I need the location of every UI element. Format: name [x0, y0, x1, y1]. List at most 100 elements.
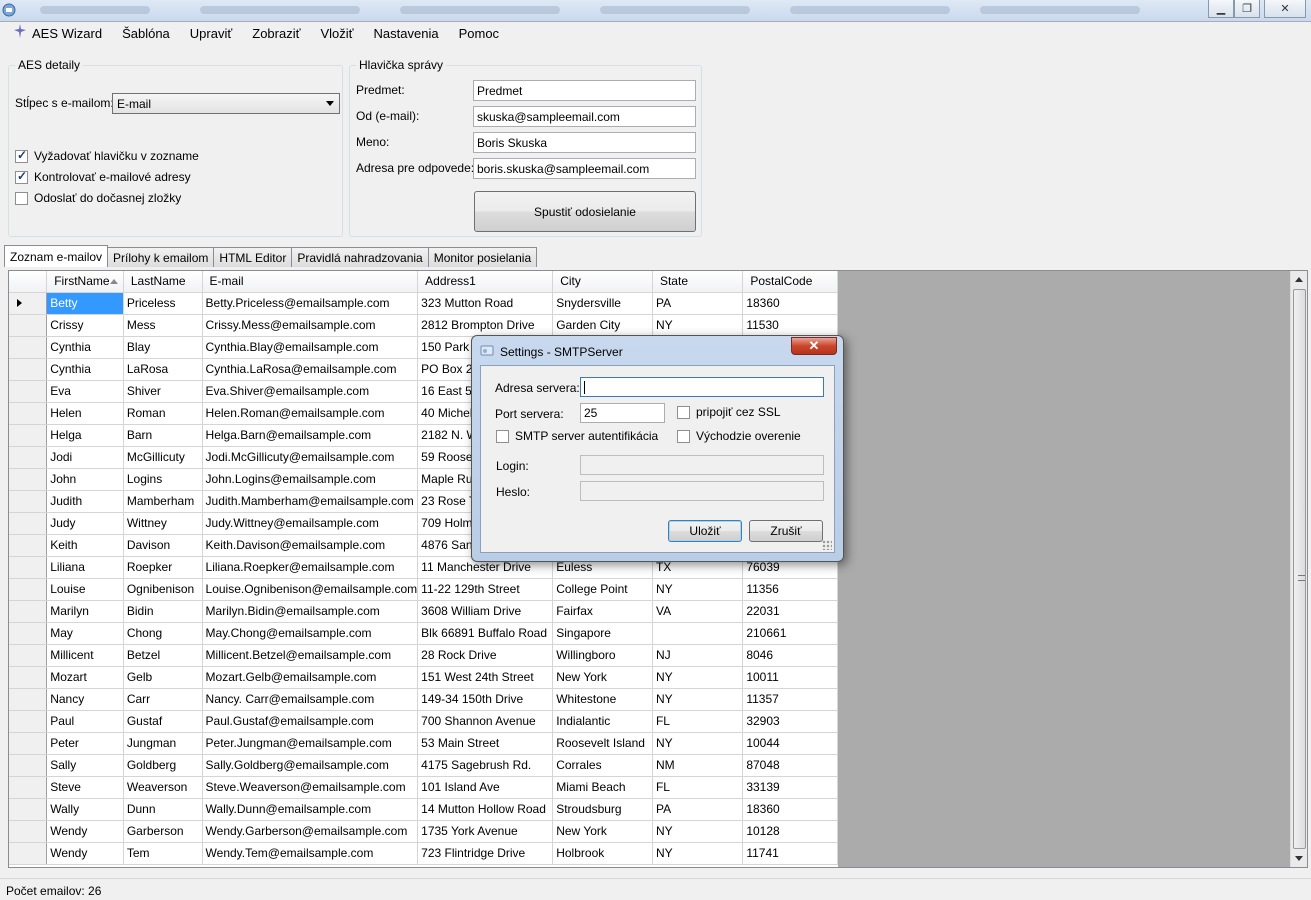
- row-header[interactable]: [9, 358, 48, 381]
- checkbox-box[interactable]: [677, 429, 690, 443]
- checkbox-box[interactable]: [496, 429, 509, 443]
- table-cell-city[interactable]: College Point: [552, 578, 653, 601]
- reply-to-input[interactable]: boris.skuska@sampleemail.com: [473, 158, 696, 179]
- table-cell-state[interactable]: FL: [652, 710, 744, 733]
- table-cell-email[interactable]: Louise.Ognibenison@emailsample.com: [202, 578, 419, 601]
- table-cell-firstname[interactable]: Judith: [46, 490, 124, 513]
- row-header[interactable]: [9, 380, 48, 403]
- table-cell-firstname[interactable]: Liliana: [46, 556, 124, 579]
- email-column-select[interactable]: E-mail: [112, 93, 340, 114]
- table-cell-address1[interactable]: 28 Rock Drive: [417, 644, 554, 667]
- table-cell-email[interactable]: Liliana.Roepker@emailsample.com: [202, 556, 419, 579]
- table-cell-firstname[interactable]: Keith: [46, 534, 124, 557]
- table-cell-postalcode[interactable]: 11357: [742, 688, 838, 711]
- menu-upravit[interactable]: Upraviť: [180, 23, 242, 45]
- send-to-temp-checkbox[interactable]: Odoslať do dočasnej zložky: [15, 191, 181, 205]
- server-address-input[interactable]: [580, 377, 824, 397]
- table-row[interactable]: Steve Weaverson Steve.Weaverson@emailsampl…: [9, 776, 838, 799]
- table-cell-postalcode[interactable]: 210661: [742, 622, 838, 645]
- table-row[interactable]: Marilyn Bidin Marilyn.Bidin@emailsample.co…: [9, 600, 838, 623]
- table-cell-city[interactable]: Fairfax: [552, 600, 653, 623]
- table-cell-email[interactable]: Keith.Davison@emailsample.com: [202, 534, 419, 557]
- table-cell-address1[interactable]: 2812 Brompton Drive: [417, 314, 554, 337]
- table-cell-lastname[interactable]: Logins: [123, 468, 203, 491]
- menu-vlozit[interactable]: Vložiť: [310, 23, 363, 45]
- table-cell-address1[interactable]: 149-34 150th Drive: [417, 688, 554, 711]
- checkbox-box[interactable]: [15, 148, 28, 163]
- table-cell-firstname[interactable]: Cynthia: [46, 336, 124, 359]
- row-header[interactable]: [9, 776, 48, 799]
- save-button[interactable]: Uložiť: [668, 520, 742, 542]
- table-cell-city[interactable]: Miami Beach: [552, 776, 653, 799]
- row-header[interactable]: [9, 732, 48, 755]
- table-row[interactable]: Nancy Carr Nancy. Carr@emailsample.com 149…: [9, 688, 838, 711]
- table-cell-postalcode[interactable]: 11741: [742, 842, 838, 865]
- row-header[interactable]: [9, 754, 48, 777]
- table-cell-address1[interactable]: 700 Shannon Avenue: [417, 710, 554, 733]
- row-header[interactable]: [9, 424, 48, 447]
- table-cell-lastname[interactable]: Roman: [123, 402, 203, 425]
- table-cell-lastname[interactable]: Gustaf: [123, 710, 203, 733]
- table-cell-firstname[interactable]: Millicent: [46, 644, 124, 667]
- row-header[interactable]: [9, 336, 48, 359]
- table-cell-firstname[interactable]: Louise: [46, 578, 124, 601]
- table-cell-lastname[interactable]: Roepker: [123, 556, 203, 579]
- start-sending-button[interactable]: Spustiť odosielanie: [474, 191, 696, 232]
- checkbox-box[interactable]: [15, 191, 28, 205]
- table-cell-state[interactable]: FL: [652, 776, 744, 799]
- table-cell-firstname[interactable]: Judy: [46, 512, 124, 535]
- column-header-state[interactable]: State: [652, 271, 744, 293]
- table-cell-postalcode[interactable]: 10128: [742, 820, 838, 843]
- table-cell-firstname[interactable]: Wally: [46, 798, 124, 821]
- table-cell-email[interactable]: Marilyn.Bidin@emailsample.com: [202, 600, 419, 623]
- resize-grip-icon[interactable]: [822, 540, 832, 550]
- table-cell-lastname[interactable]: Gelb: [123, 666, 203, 689]
- table-cell-email[interactable]: Helen.Roman@emailsample.com: [202, 402, 419, 425]
- row-header[interactable]: [9, 622, 48, 645]
- from-email-input[interactable]: skuska@sampleemail.com: [473, 106, 696, 127]
- table-cell-email[interactable]: Paul.Gustaf@emailsample.com: [202, 710, 419, 733]
- tab-attachments[interactable]: Prílohy k emailom: [107, 247, 215, 267]
- table-cell-city[interactable]: New York: [552, 666, 653, 689]
- table-cell-city[interactable]: Whitestone: [552, 688, 653, 711]
- table-cell-email[interactable]: Wendy.Garberson@emailsample.com: [202, 820, 419, 843]
- table-cell-lastname[interactable]: Priceless: [123, 292, 203, 315]
- table-cell-city[interactable]: Corrales: [552, 754, 653, 777]
- table-cell-lastname[interactable]: Jungman: [123, 732, 203, 755]
- row-header[interactable]: [9, 292, 48, 315]
- table-cell-email[interactable]: Steve.Weaverson@emailsample.com: [202, 776, 419, 799]
- table-cell-email[interactable]: May.Chong@emailsample.com: [202, 622, 419, 645]
- row-header[interactable]: [9, 600, 48, 623]
- default-auth-checkbox[interactable]: Východzie overenie: [677, 429, 801, 443]
- table-cell-postalcode[interactable]: 11530: [742, 314, 838, 337]
- table-cell-city[interactable]: Willingboro: [552, 644, 653, 667]
- table-cell-firstname[interactable]: May: [46, 622, 124, 645]
- table-cell-postalcode[interactable]: 8046: [742, 644, 838, 667]
- table-cell-firstname[interactable]: Cynthia: [46, 358, 124, 381]
- smtp-auth-checkbox[interactable]: SMTP server autentifikácia: [496, 429, 658, 443]
- row-header-corner[interactable]: [9, 271, 48, 293]
- row-header[interactable]: [9, 688, 48, 711]
- table-row[interactable]: Peter Jungman Peter.Jungman@emailsample.co…: [9, 732, 838, 755]
- row-header[interactable]: [9, 644, 48, 667]
- table-cell-city[interactable]: Garden City: [552, 314, 653, 337]
- table-cell-firstname[interactable]: Eva: [46, 380, 124, 403]
- table-cell-email[interactable]: Eva.Shiver@emailsample.com: [202, 380, 419, 403]
- table-cell-lastname[interactable]: Betzel: [123, 644, 203, 667]
- row-header[interactable]: [9, 490, 48, 513]
- table-row[interactable]: Wally Dunn Wally.Dunn@emailsample.com 14 Mu…: [9, 798, 838, 821]
- table-cell-address1[interactable]: 101 Island Ave: [417, 776, 554, 799]
- row-header[interactable]: [9, 578, 48, 601]
- table-cell-state[interactable]: NY: [652, 820, 744, 843]
- dialog-close-button[interactable]: ✕: [791, 337, 837, 355]
- table-cell-lastname[interactable]: Mamberham: [123, 490, 203, 513]
- row-header[interactable]: [9, 710, 48, 733]
- table-cell-address1[interactable]: 323 Mutton Road: [417, 292, 554, 315]
- table-cell-postalcode[interactable]: 87048: [742, 754, 838, 777]
- table-cell-state[interactable]: NY: [652, 578, 744, 601]
- table-cell-lastname[interactable]: Garberson: [123, 820, 203, 843]
- table-cell-address1[interactable]: 151 West 24th Street: [417, 666, 554, 689]
- table-cell-lastname[interactable]: Chong: [123, 622, 203, 645]
- grid-vertical-scrollbar[interactable]: [1290, 271, 1307, 867]
- password-input[interactable]: [580, 481, 824, 501]
